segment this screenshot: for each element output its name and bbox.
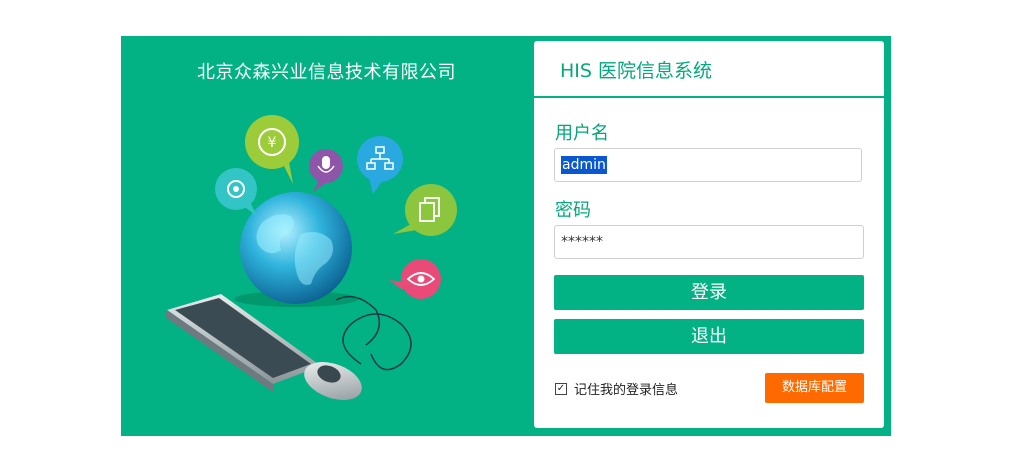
svg-text:¥: ¥ — [268, 135, 277, 151]
password-input[interactable]: ****** — [554, 225, 864, 259]
company-name: 北京众森兴业信息技术有限公司 — [197, 62, 456, 83]
login-card: HIS 医院信息系统 用户名 admin 密码 ****** 登录 退出 ✓ 记… — [534, 41, 884, 428]
username-input[interactable]: admin — [554, 148, 862, 182]
network-illustration: ¥ — [165, 115, 457, 400]
username-value: admin — [561, 156, 607, 174]
sitemap-icon — [357, 136, 403, 194]
login-button[interactable]: 登录 — [554, 275, 864, 310]
documents-icon — [393, 184, 457, 236]
remember-label[interactable]: 记住我的登录信息 — [574, 379, 678, 398]
gear-icon — [215, 168, 257, 216]
yen-icon: ¥ — [245, 115, 299, 184]
microphone-icon — [309, 149, 343, 192]
db-config-button[interactable]: 数据库配置 — [765, 373, 864, 403]
eye-icon — [389, 259, 441, 299]
keyboard — [165, 294, 321, 392]
remember-checkbox[interactable]: ✓ — [555, 382, 567, 395]
system-title: HIS 医院信息系统 — [534, 41, 884, 98]
exit-button[interactable]: 退出 — [554, 319, 864, 354]
mouse — [304, 295, 412, 400]
password-value: ****** — [561, 234, 603, 250]
username-label: 用户名 — [555, 123, 609, 144]
password-label: 密码 — [555, 200, 591, 221]
remember-me: ✓ 记住我的登录信息 — [555, 379, 678, 398]
login-panel: 北京众森兴业信息技术有限公司 ¥ HIS 医院信息系统 用户名 admin 密码… — [121, 36, 891, 436]
